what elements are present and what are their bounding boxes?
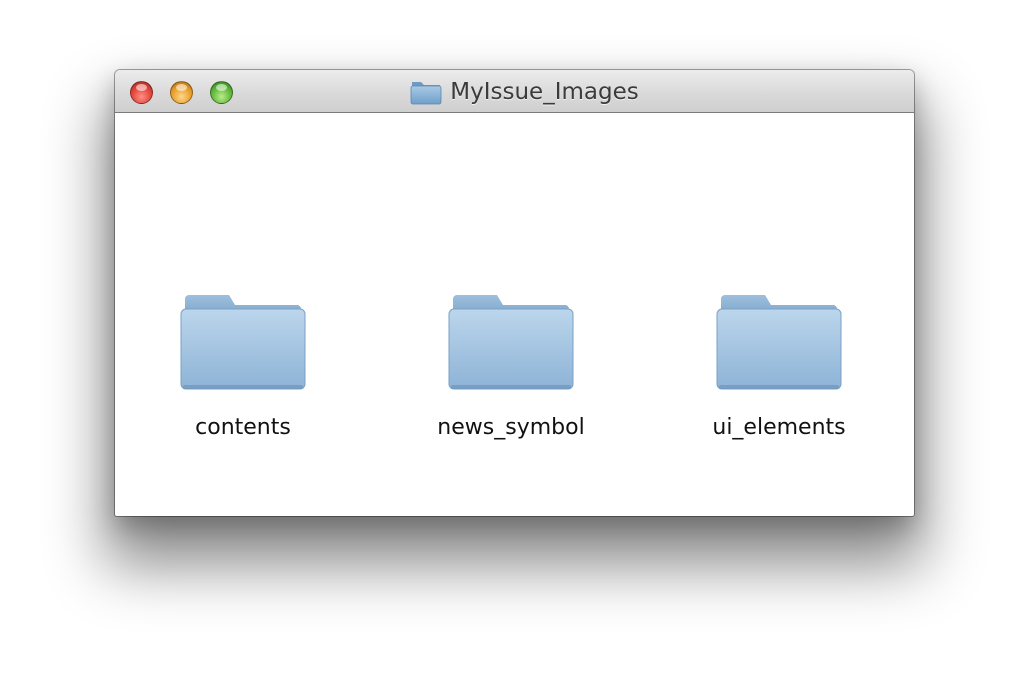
list-item[interactable]: contents xyxy=(143,293,343,440)
folder-content-area: contents news_symbol ui_elements xyxy=(115,113,914,515)
window-title-group: MyIssue_Images xyxy=(115,70,914,113)
folder-icon xyxy=(410,81,442,104)
folder-label: news_symbol xyxy=(437,415,585,440)
desktop-backdrop: MyIssue_Images contents news_symbol ui_e… xyxy=(0,0,1028,674)
window-title: MyIssue_Images xyxy=(450,78,639,105)
folder-label: contents xyxy=(195,415,291,440)
list-item[interactable]: ui_elements xyxy=(679,293,879,440)
finder-window: MyIssue_Images contents news_symbol ui_e… xyxy=(115,70,914,516)
window-titlebar[interactable]: MyIssue_Images xyxy=(115,70,914,113)
list-item[interactable]: news_symbol xyxy=(411,293,611,440)
folder-icon[interactable] xyxy=(445,293,577,393)
folder-icon[interactable] xyxy=(713,293,845,393)
folder-icon[interactable] xyxy=(177,293,309,393)
folder-label: ui_elements xyxy=(712,415,846,440)
